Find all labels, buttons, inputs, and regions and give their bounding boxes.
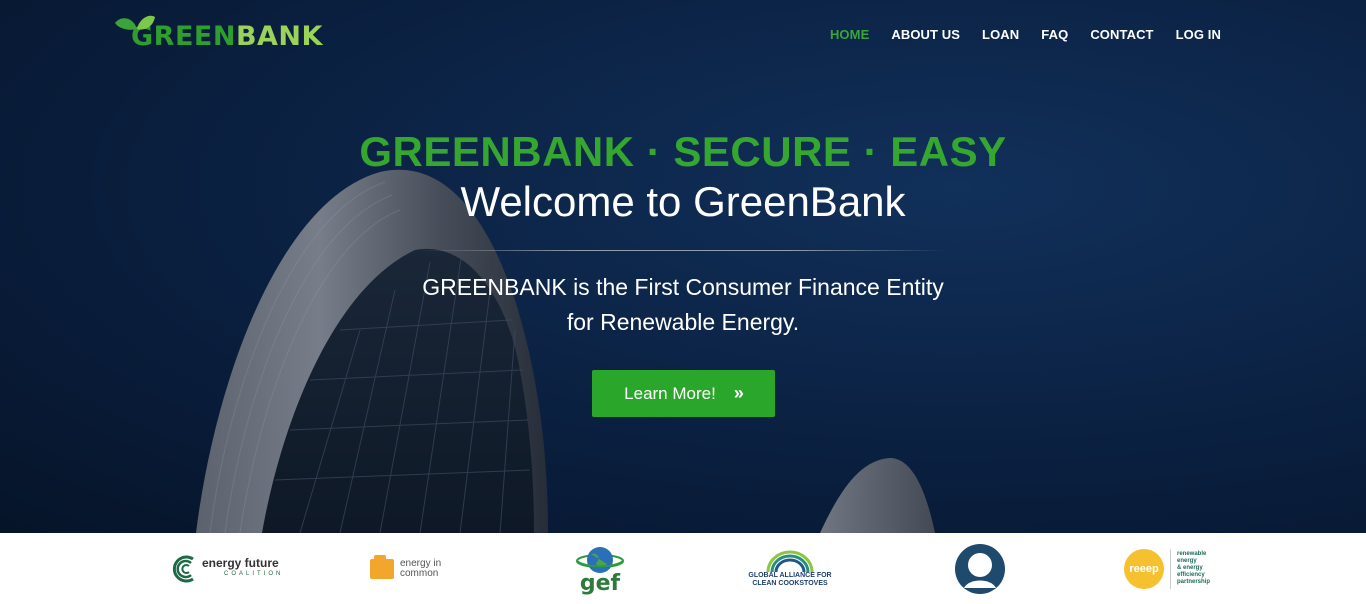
hero-description-line-1: GREENBANK is the First Consumer Finance … (422, 274, 944, 300)
hero-divider (419, 250, 947, 251)
partners-strip: energy future COALITION energy in common… (0, 533, 1366, 604)
global-alliance-line-1: GLOBAL ALLIANCE FOR (748, 571, 832, 579)
energy-future-name: energy future (202, 555, 279, 570)
energy-future-icon (172, 555, 194, 582)
hero-tagline: GREENBANK · SECURE · EASY (359, 128, 1007, 175)
energy-in-common-line-2: common (400, 567, 439, 579)
learn-more-label: Learn More! (624, 383, 716, 403)
hero-description-line-2: for Renewable Energy. (566, 309, 800, 335)
partner-global-alliance-cookstoves[interactable]: GLOBAL ALLIANCE FOR CLEAN COOKSTOVES (748, 533, 832, 604)
global-alliance-line-2: CLEAN COOKSTOVES (752, 579, 828, 587)
energy-in-common-line-1: energy in (400, 557, 442, 569)
reeep-logo: reeep (1124, 548, 1164, 589)
partner-energy-in-common[interactable]: energy in common (370, 533, 441, 604)
person-circle-icon (955, 543, 1005, 594)
main-nav: HOME ABOUT US LOAN FAQ CONTACT LOG IN (819, 26, 1232, 43)
reeep-line-1: renewable (1177, 551, 1207, 557)
partner-reeep[interactable]: reeep renewable energy & energy efficien… (1124, 533, 1210, 604)
reeep-line-4: efficiency (1177, 572, 1205, 578)
arc-rainbow-icon (766, 550, 814, 572)
nav-home[interactable]: HOME (819, 26, 880, 43)
reeep-line-5: partnership (1177, 579, 1211, 585)
nav-loan[interactable]: LOAN (971, 26, 1030, 43)
reeep-divider (1170, 548, 1171, 589)
leaf-icon (115, 15, 155, 30)
navbar: GREENBANK HOME ABOUT US LOAN FAQ CONTACT… (0, 0, 1366, 75)
partner-circle-logo[interactable] (955, 533, 1005, 604)
hero-description: GREENBANK is the First Consumer Finance … (0, 270, 1366, 340)
learn-more-button[interactable]: Learn More! ›› (591, 370, 775, 417)
nav-about-us[interactable]: ABOUT US (880, 26, 971, 43)
double-chevron-right-icon: ›› (733, 383, 744, 403)
gef-name: gef (579, 570, 621, 596)
reeep-line-2: energy (1177, 558, 1197, 564)
energy-in-common-icon (370, 554, 394, 579)
hero-content: GREENBANK · SECURE · EASY Welcome to Gre… (0, 128, 1366, 417)
partner-gef[interactable]: gef (575, 533, 625, 604)
reeep-line-3: & energy (1177, 565, 1203, 571)
greenbank-logo[interactable]: GREENBANK (113, 15, 323, 59)
energy-future-sub: COALITION (224, 570, 284, 577)
nav-faq[interactable]: FAQ (1030, 26, 1079, 43)
nav-log-in[interactable]: LOG IN (1165, 26, 1232, 43)
nav-contact[interactable]: CONTACT (1079, 26, 1164, 43)
hero-heading: Welcome to GreenBank (460, 178, 906, 225)
partner-energy-future-coalition[interactable]: energy future COALITION (171, 533, 283, 604)
